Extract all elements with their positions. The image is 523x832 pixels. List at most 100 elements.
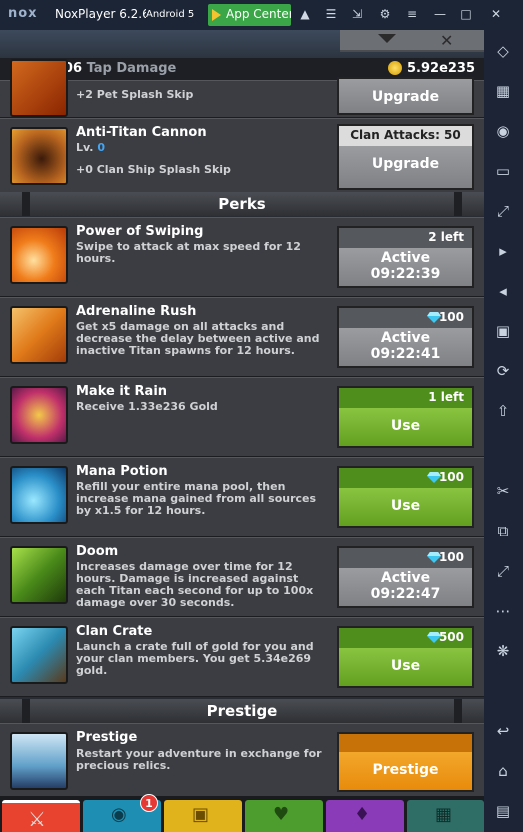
bottom-navigation: ⚔ ◉ ▣ ♥ ♦ ▦ <box>0 796 484 832</box>
keyboard-icon[interactable]: ▦ <box>492 80 514 102</box>
perk-action-button[interactable]: 100 Active 09:22:47 <box>337 546 474 608</box>
minimize-icon[interactable]: — <box>432 6 448 22</box>
perk-thumbnail <box>10 306 68 364</box>
cannon-title: Anti-Titan Cannon <box>76 125 207 140</box>
multi-instance-icon[interactable]: ◇ <box>492 40 514 62</box>
diamond-icon <box>427 312 441 323</box>
volume-up-icon[interactable]: ▸ <box>492 240 514 262</box>
perk-title: Doom <box>76 544 119 559</box>
list-item-prestige: Prestige Restart your adventure in excha… <box>0 723 484 798</box>
perk-row-mana-potion: Mana Potion Refill your entire mana pool,… <box>0 457 484 537</box>
active-timer: Active 09:22:39 <box>339 248 472 286</box>
perk-action-button[interactable]: 1 left Use <box>337 386 474 448</box>
prestige-button[interactable]: Prestige <box>337 732 474 792</box>
app-center-button[interactable]: App Center <box>208 4 291 26</box>
perk-cost: 500 <box>438 630 464 644</box>
perk-desc: Refill your entire mana pool, then incre… <box>76 480 317 517</box>
armor-icon: ▣ <box>192 804 210 825</box>
perk-thumbnail <box>10 226 68 284</box>
perk-row-doom: Doom Increases damage over time for 12 ho… <box>0 537 484 617</box>
use-label: Use <box>339 648 472 686</box>
pet-icon: ♥ <box>273 804 290 825</box>
recent-apps-icon[interactable]: ▤ <box>492 800 514 822</box>
prestige-thumbnail <box>10 732 68 790</box>
close-panel-icon[interactable]: ✕ <box>440 31 453 50</box>
nox-logo: nox <box>8 6 38 21</box>
play-store-icon <box>212 9 221 21</box>
perk-cost: 100 <box>438 550 464 564</box>
loading-icon[interactable]: ❋ <box>492 640 514 662</box>
use-label: Use <box>339 488 472 526</box>
perk-title: Make it Rain <box>76 384 168 399</box>
upgrade-button[interactable]: Upgrade <box>337 77 474 115</box>
nav-pets-tab[interactable]: ♥ <box>245 800 323 832</box>
pin-window-icon[interactable]: ⇲ <box>349 6 365 22</box>
list-item-partial: +2 Pet Splash Skip Upgrade <box>0 59 484 118</box>
perk-thumbnail <box>10 386 68 444</box>
active-timer: Active 09:22:47 <box>339 568 472 606</box>
skill-thumbnail <box>10 59 68 117</box>
perk-desc: Get x5 damage on all attacks and decreas… <box>76 320 320 357</box>
prestige-header: Prestige <box>0 699 484 723</box>
location-icon[interactable]: ◉ <box>492 120 514 142</box>
scissors-icon[interactable]: ✂ <box>492 480 514 502</box>
notification-badge: 1 <box>140 794 158 812</box>
apk-install-icon[interactable]: ⇧ <box>492 400 514 422</box>
close-icon[interactable]: ✕ <box>488 6 504 22</box>
perk-title: Mana Potion <box>76 464 168 479</box>
perk-row-adrenaline-rush: Adrenaline Rush Get x5 damage on all atta… <box>0 297 484 377</box>
screen-icon[interactable]: ▭ <box>492 160 514 182</box>
home-icon[interactable]: ⌂ <box>492 760 514 782</box>
perk-cost: 100 <box>438 470 464 484</box>
screenshot-icon[interactable]: ▣ <box>492 320 514 342</box>
panel-tab-bar: ✕ <box>340 30 484 52</box>
cannon-upgrade-button[interactable]: Clan Attacks: 50 Upgrade <box>337 124 474 190</box>
sword-icon: ⚔ <box>28 807 46 831</box>
perk-action-button[interactable]: 100 Active 09:22:41 <box>337 306 474 368</box>
perk-action-button[interactable]: 2 left Active 09:22:39 <box>337 226 474 288</box>
perk-action-button[interactable]: 100 Use <box>337 466 474 528</box>
fullscreen-icon[interactable]: ⤢ <box>492 200 514 222</box>
skill-desc: +2 Pet Splash Skip <box>76 88 194 101</box>
settings-gear-icon[interactable]: ⚙ <box>377 6 393 22</box>
perk-thumbnail <box>10 466 68 524</box>
collapse-chevron-icon[interactable] <box>378 34 396 43</box>
prestige-title: Prestige <box>76 730 138 745</box>
perk-desc: Receive 1.33e236 Gold <box>76 400 218 413</box>
diamond-icon <box>427 472 441 483</box>
maximize-icon[interactable]: □ <box>458 6 474 22</box>
more-icon[interactable]: ⋯ <box>492 600 514 622</box>
nav-equipment-tab[interactable]: ▣ <box>164 800 242 832</box>
nav-sword-tab[interactable]: ⚔ <box>2 800 80 832</box>
perk-row-make-it-rain: Make it Rain Receive 1.33e236 Gold 1 left U… <box>0 377 484 457</box>
perks-header: Perks <box>0 192 484 216</box>
shirt-icon[interactable]: ▲ <box>297 6 313 22</box>
expand-icon[interactable]: ⤢ <box>492 560 514 582</box>
perk-action-button[interactable]: 500 Use <box>337 626 474 688</box>
back-icon[interactable]: ↩ <box>492 720 514 742</box>
gold-coin-icon <box>388 61 402 75</box>
perk-title: Clan Crate <box>76 624 153 639</box>
window-titlebar: nox NoxPlayer 6.2.6.0 Android 5 App Cent… <box>0 0 523 30</box>
cannon-desc: +0 Clan Ship Splash Skip <box>76 163 231 176</box>
helmet-icon: ◉ <box>111 804 127 825</box>
account-icon[interactable]: ☰ <box>323 6 339 22</box>
perk-title: Power of Swiping <box>76 224 204 239</box>
diamond-icon <box>427 552 441 563</box>
perk-cost: 100 <box>438 310 464 324</box>
rotate-icon[interactable]: ⟳ <box>492 360 514 382</box>
menu-icon[interactable]: ≡ <box>404 6 420 22</box>
app-center-label: App Center <box>226 7 291 21</box>
emulator-sidebar: ◇ ▦ ◉ ▭ ⤢ ▸ ◂ ▣ ⟳ ⇧ ✂ ⧉ ⤢ ⋯ ❋ ↩ ⌂ ▤ <box>484 30 523 832</box>
gold-amount: 5.92e235 <box>407 61 476 76</box>
nav-clan-tab[interactable]: ♦ <box>326 800 404 832</box>
perk-desc: Swipe to attack at max speed for 12 hour… <box>76 240 301 265</box>
nav-shop-tab[interactable]: ▦ <box>407 800 484 832</box>
perk-desc: Launch a crate full of gold for you and … <box>76 640 314 677</box>
multi-window-icon[interactable]: ⧉ <box>492 520 514 542</box>
cannon-level: Lv. 0 <box>76 141 105 154</box>
perk-desc: Increases damage over time for 12 hours.… <box>76 560 314 609</box>
perk-title: Adrenaline Rush <box>76 304 197 319</box>
prestige-desc: Restart your adventure in exchange for p… <box>76 747 322 772</box>
volume-down-icon[interactable]: ◂ <box>492 280 514 302</box>
